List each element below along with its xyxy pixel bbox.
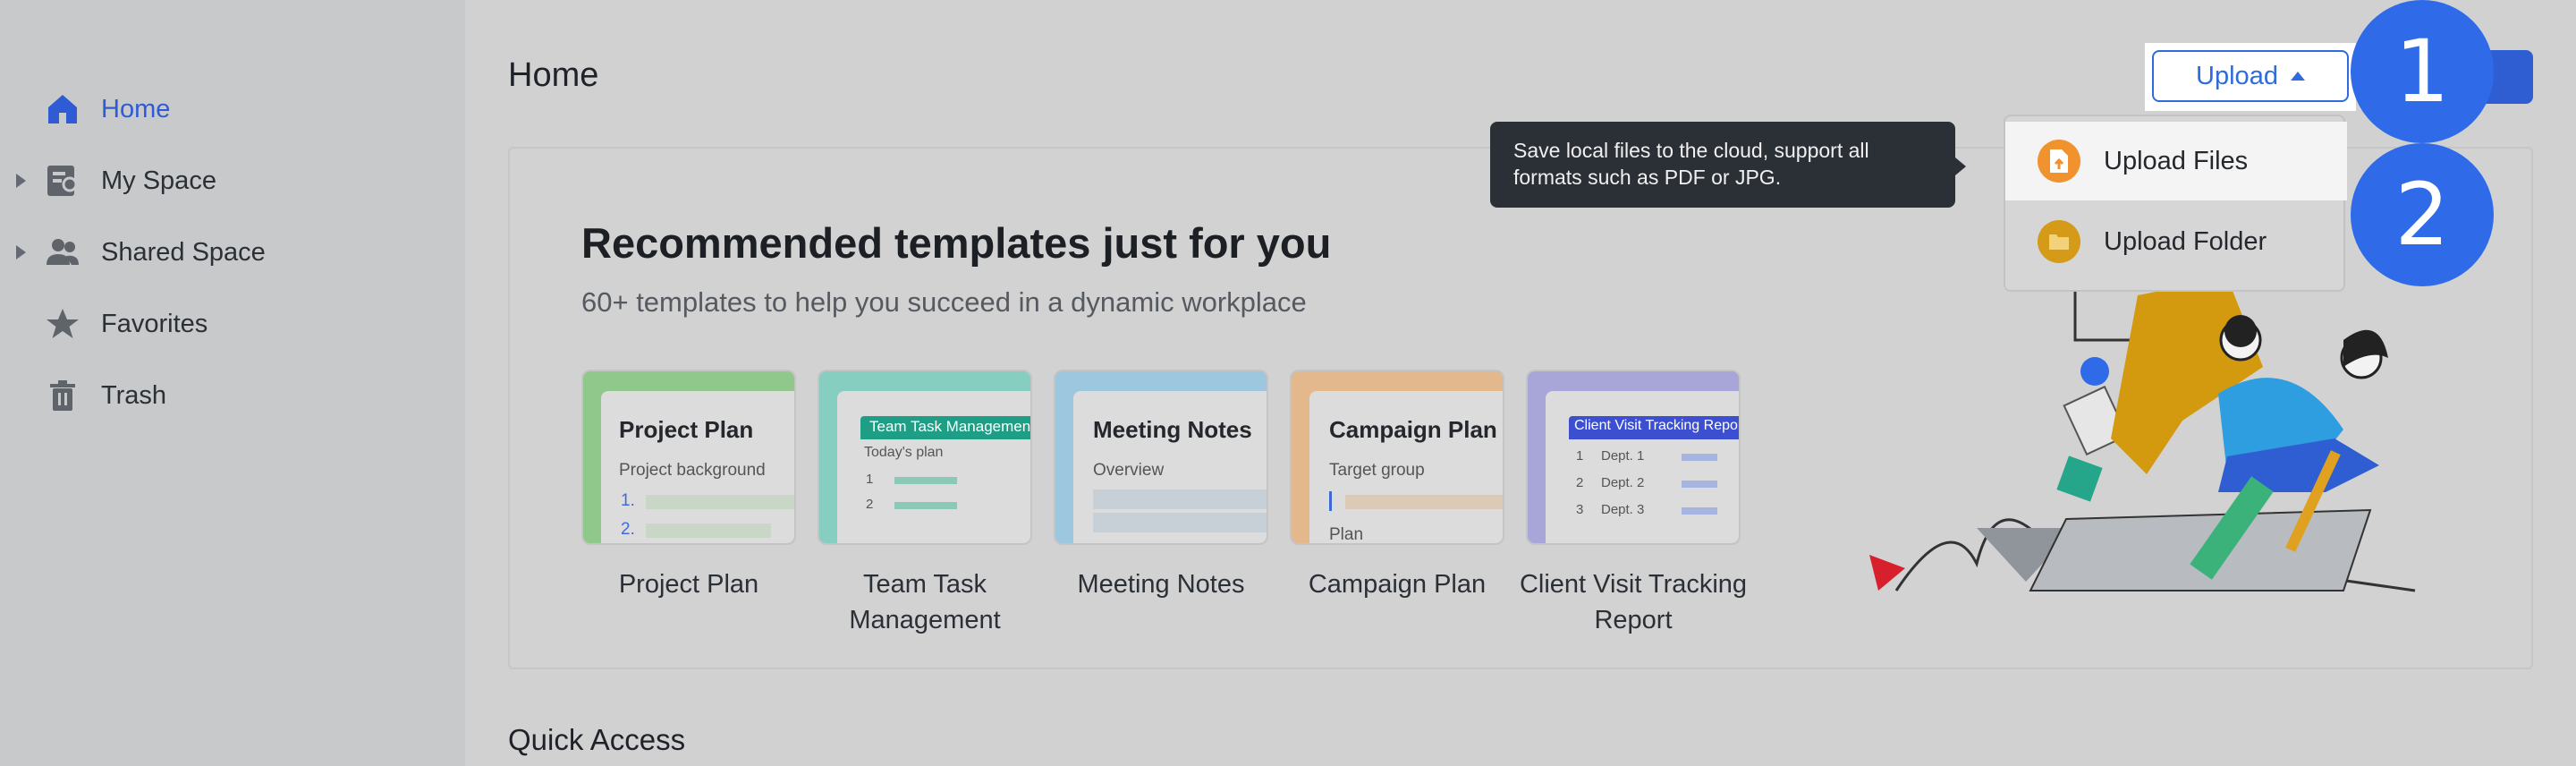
upload-button-highlight: Upload — [2145, 43, 2356, 111]
recommended-subtitle: 60+ templates to help you succeed in a d… — [581, 286, 1307, 318]
sidebar-item-shared-space[interactable]: Shared Space — [0, 226, 465, 279]
template-card-team-task-management[interactable]: Team Task Management Today's plan 1 2 — [818, 370, 1032, 545]
illustration-people-icon — [1869, 242, 2416, 592]
expand-arrow-icon[interactable] — [16, 245, 26, 260]
sidebar-item-label: Shared Space — [101, 237, 266, 267]
folder-icon — [2038, 220, 2080, 263]
sidebar-item-home[interactable]: Home — [0, 82, 465, 136]
step-badge-1: 1 — [2351, 0, 2494, 143]
sidebar-item-label: Home — [101, 94, 171, 123]
sidebar-item-trash[interactable]: Trash — [0, 369, 465, 422]
template-caption[interactable]: Meeting Notes — [1045, 566, 1277, 602]
my-space-icon — [47, 166, 78, 196]
upload-dropdown-menu: Upload Files Upload Folder — [2004, 115, 2347, 292]
page-title: Home — [508, 56, 599, 94]
template-card-campaign-plan[interactable]: Campaign Plan Target group Plan — [1290, 370, 1504, 545]
menu-item-upload-folder[interactable]: Upload Folder — [2005, 202, 2347, 281]
menu-item-upload-files[interactable]: Upload Files — [2005, 122, 2347, 200]
template-caption[interactable]: Team Task Management — [809, 566, 1041, 638]
quick-access-title: Quick Access — [508, 723, 686, 756]
sidebar-item-label: My Space — [101, 166, 216, 195]
menu-item-label: Upload Files — [2104, 146, 2249, 175]
template-caption[interactable]: Project Plan — [572, 566, 805, 602]
template-caption[interactable]: Campaign Plan — [1281, 566, 1513, 602]
template-card-meeting-notes[interactable]: Meeting Notes Overview — [1054, 370, 1268, 545]
step-badge-2: 2 — [2351, 143, 2494, 286]
sidebar-item-favorites[interactable]: Favorites — [0, 297, 465, 351]
sidebar-item-my-space[interactable]: My Space — [0, 154, 465, 208]
sidebar-item-label: Favorites — [101, 309, 208, 338]
template-card-client-visit-tracking-report[interactable]: Client Visit Tracking Report 1 2 3 Dept.… — [1526, 370, 1741, 545]
template-caption[interactable]: Client Visit Tracking Report — [1517, 566, 1750, 638]
home-icon — [48, 95, 77, 123]
recommended-title: Recommended templates just for you — [581, 219, 1332, 267]
star-icon — [47, 309, 79, 338]
expand-arrow-icon[interactable] — [16, 174, 26, 188]
template-card-project-plan[interactable]: Project Plan Project background 1. 2. — [581, 370, 796, 545]
file-upload-icon — [2038, 140, 2080, 183]
caret-up-icon — [2290, 72, 2305, 81]
trash-icon — [50, 380, 75, 411]
sidebar: Home My Space Shared Space Favorites Tra… — [0, 0, 465, 766]
upload-button[interactable]: Upload — [2152, 50, 2349, 102]
upload-files-tooltip: Save local files to the cloud, support a… — [1490, 122, 1966, 208]
sidebar-item-label: Trash — [101, 380, 167, 410]
upload-button-label: Upload — [2196, 61, 2278, 90]
shared-space-icon — [47, 239, 79, 265]
menu-item-label: Upload Folder — [2104, 226, 2267, 256]
